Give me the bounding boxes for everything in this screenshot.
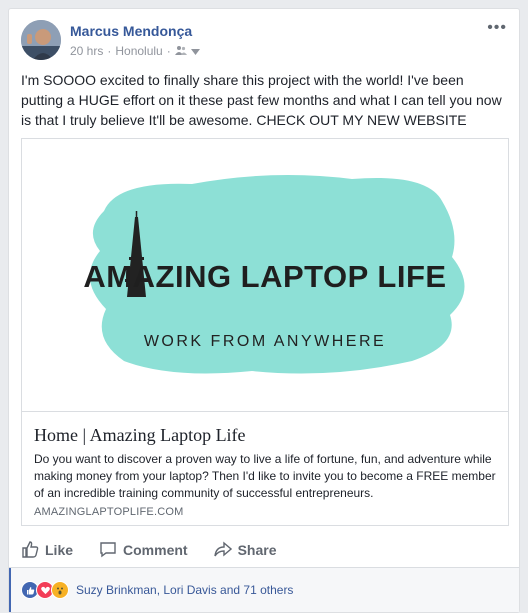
link-preview-image[interactable]: AMAZING LAPTOP LIFE WORK FROM ANYWHERE <box>22 139 508 412</box>
thumbs-up-icon <box>21 540 39 561</box>
post-location[interactable]: Honolulu <box>115 44 162 58</box>
more-options-icon[interactable]: ••• <box>487 19 507 37</box>
logo-title: AMAZING LAPTOP LIFE <box>83 259 446 294</box>
author-name[interactable]: Marcus Mendonça <box>70 23 192 39</box>
reactions-bar[interactable]: Suzy Brinkman, Lori Davis and 71 others <box>9 568 519 612</box>
post-text: I'm SOOOO excited to finally share this … <box>21 72 502 128</box>
like-button[interactable]: Like <box>21 536 73 564</box>
avatar[interactable] <box>21 20 61 60</box>
wow-reaction-icon <box>51 581 69 599</box>
share-icon <box>213 540 232 561</box>
link-title[interactable]: Home | Amazing Laptop Life <box>34 425 246 446</box>
friends-icon[interactable] <box>174 44 187 58</box>
audience-dropdown-icon[interactable] <box>190 44 200 58</box>
reaction-icons[interactable] <box>21 581 69 599</box>
logo-subtitle: WORK FROM ANYWHERE <box>144 333 386 350</box>
link-domain: AMAZINGLAPTOPLIFE.COM <box>34 506 184 518</box>
post-time[interactable]: 20 hrs <box>70 44 103 58</box>
link-description: Do you want to discover a proven way to … <box>34 452 496 500</box>
reaction-summary[interactable]: Suzy Brinkman, Lori Davis and 71 others <box>76 583 293 597</box>
post-card: Marcus Mendonça 20 hrs · Honolulu · ••• … <box>8 8 520 613</box>
post-meta: 20 hrs · Honolulu · <box>70 44 200 58</box>
comment-button[interactable]: Comment <box>99 536 188 564</box>
share-button[interactable]: Share <box>213 536 277 564</box>
comment-icon <box>99 540 117 561</box>
link-preview[interactable]: AMAZING LAPTOP LIFE WORK FROM ANYWHERE H… <box>21 138 509 526</box>
action-bar: Like Comment Share <box>21 536 509 564</box>
